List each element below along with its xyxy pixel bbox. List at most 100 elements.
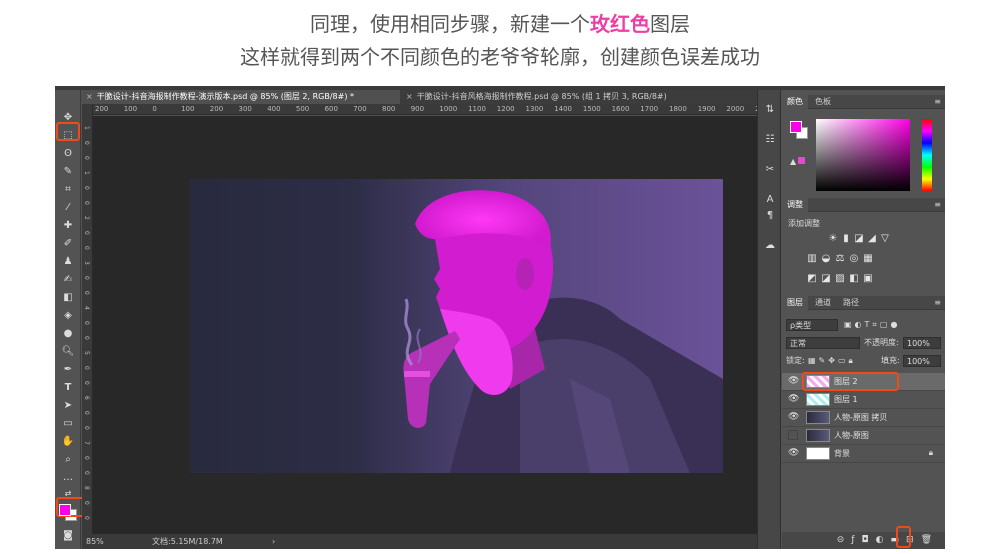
layer-row[interactable]: 👁︎ 背景 🔒︎ — [782, 445, 945, 463]
eyedropper-tool-icon[interactable]: ⁄ — [58, 200, 78, 216]
blur-tool-icon[interactable]: ● — [58, 326, 78, 342]
ruler-tick-label: 0 — [83, 471, 90, 475]
layer-kind-filter[interactable]: ρ类型 — [786, 319, 838, 331]
tab-adjustments[interactable]: 调整 — [782, 198, 808, 212]
color-field[interactable] — [816, 119, 910, 191]
rectangle-tool-icon[interactable]: ▭ — [58, 416, 78, 432]
visibility-eye-icon[interactable]: 👁︎ — [788, 394, 799, 404]
adjustment-icon[interactable]: ◪ — [853, 233, 865, 245]
ruler-tick-label: 0 — [83, 291, 90, 295]
adjustment-icon[interactable]: ◢ — [866, 233, 878, 245]
crop-tool-icon[interactable]: ⌗ — [58, 182, 78, 198]
panel-fg-swatch[interactable] — [790, 121, 802, 133]
highlight-selected-layer — [802, 372, 899, 391]
tab-color[interactable]: 颜色 — [782, 95, 808, 109]
ruler-tick-label: 1 — [83, 171, 90, 175]
brush-settings-icon[interactable]: ✂ — [762, 162, 778, 178]
status-menu-arrow[interactable]: › — [272, 534, 275, 549]
ruler-tick-label: 100 — [181, 105, 195, 113]
adjustment-icon[interactable]: ◧ — [848, 273, 860, 285]
blend-mode-select[interactable]: 正常 — [786, 337, 860, 349]
adjustment-icon[interactable]: ◎ — [848, 253, 860, 265]
more-tools-icon[interactable]: … — [58, 470, 78, 486]
photoshop-window: ✥ ⬚ ʘ ✎ ⌗ ⁄ ✚ ✐ ♟ ✍ ◧ ◈ ● 🔍︎ ✒ T ➤ ▭ ✋ ⌕… — [55, 86, 945, 549]
foreground-color-swatch[interactable] — [59, 504, 71, 516]
adjustment-icon[interactable]: ▦ — [862, 253, 874, 265]
delete-layer-icon[interactable]: 🗑︎ — [921, 535, 939, 545]
paragraph-icon[interactable]: ¶ — [762, 208, 778, 224]
pen-tool-icon[interactable]: ✒ — [58, 362, 78, 378]
dodge-tool-icon[interactable]: 🔍︎ — [58, 344, 78, 360]
adjustment-icon[interactable]: ◪ — [820, 273, 832, 285]
hue-slider[interactable] — [922, 119, 932, 191]
tab-document-1[interactable]: × 干脆设计-抖音海报制作教程-演示版本.psd @ 85% (图层 2, RGB… — [82, 90, 400, 104]
layer-row[interactable]: 人物-原图 — [782, 427, 945, 445]
visibility-eye-icon[interactable] — [788, 430, 798, 440]
panel-menu-icon[interactable]: ≡ — [934, 298, 941, 307]
adjustment-icon[interactable]: ◒ — [820, 253, 832, 265]
caption-text-b: 图层 — [650, 12, 690, 36]
type-tool-icon[interactable]: T — [58, 380, 78, 396]
tab-close-icon[interactable]: × — [406, 92, 413, 101]
zoom-tool-icon[interactable]: ⌕ — [58, 452, 78, 468]
opacity-label: 不透明度: — [864, 338, 899, 347]
hand-tool-icon[interactable]: ✋ — [58, 434, 78, 450]
visibility-eye-icon[interactable]: 👁︎ — [788, 448, 799, 458]
adjustment-layer-icon[interactable]: ◐ — [876, 535, 891, 545]
character-icon[interactable]: A — [762, 192, 778, 208]
lock-icons[interactable]: ▦✎✥▭🔒︎ — [808, 355, 856, 367]
layer-row[interactable]: 👁︎ 人物-原图 拷贝 — [782, 409, 945, 427]
paint-bucket-tool-icon[interactable]: ◈ — [58, 308, 78, 324]
panel-menu-icon[interactable]: ≡ — [934, 97, 941, 106]
path-select-tool-icon[interactable]: ➤ — [58, 398, 78, 414]
ruler-tick-label: 7 — [83, 441, 90, 445]
adjustment-icon[interactable]: ◩ — [806, 273, 818, 285]
ruler-tick-label: 0 — [152, 105, 157, 113]
old-man-photo — [403, 190, 723, 473]
tab-layers[interactable]: 图层 — [782, 296, 808, 310]
panel-menu-icon[interactable]: ≡ — [934, 200, 941, 209]
ruler-tick-label: 300 — [238, 105, 252, 113]
history-icon[interactable]: ⇅ — [762, 102, 778, 118]
canvas-area[interactable] — [93, 116, 775, 534]
document-image[interactable] — [190, 179, 723, 473]
tools-panel: ✥ ⬚ ʘ ✎ ⌗ ⁄ ✚ ✐ ♟ ✍ ◧ ◈ ● 🔍︎ ✒ T ➤ ▭ ✋ ⌕… — [55, 90, 81, 549]
history-brush-tool-icon[interactable]: ✍ — [58, 272, 78, 288]
highlight-marquee — [56, 122, 80, 141]
visibility-eye-icon[interactable]: 👁︎ — [788, 412, 799, 422]
stamp-tool-icon[interactable]: ♟ — [58, 254, 78, 270]
link-layers-icon[interactable]: ⊝ — [837, 535, 852, 545]
adjustment-icon[interactable]: ▮ — [840, 233, 852, 245]
fill-field[interactable]: 100% — [903, 355, 941, 367]
tab-paths[interactable]: 路径 — [838, 296, 864, 310]
brush-tool-icon[interactable]: ✐ — [58, 236, 78, 252]
tab-channels[interactable]: 通道 — [810, 296, 836, 310]
adjustment-icon[interactable]: ▽ — [879, 233, 891, 245]
visibility-eye-icon[interactable]: 👁︎ — [788, 376, 799, 386]
tab-close-icon[interactable]: × — [86, 92, 93, 101]
adjustment-icon[interactable]: ▨ — [834, 273, 846, 285]
eraser-tool-icon[interactable]: ◧ — [58, 290, 78, 306]
zoom-level[interactable]: 85% — [86, 534, 104, 549]
quick-select-tool-icon[interactable]: ✎ — [58, 164, 78, 180]
tab-swatches[interactable]: 色板 — [810, 95, 836, 109]
layer-row[interactable]: 👁︎ 图层 1 — [782, 391, 945, 409]
adjustment-icon[interactable]: ☀ — [827, 233, 839, 245]
adjustment-icon[interactable]: ▣ — [862, 273, 874, 285]
layer-filter-icons[interactable]: ▣◐T⌗▢● — [844, 319, 940, 331]
libraries-icon[interactable]: ☁ — [762, 238, 778, 254]
adjustment-icon[interactable]: ⚖ — [834, 253, 846, 265]
adjustment-icon[interactable]: ▥ — [806, 253, 818, 265]
fx-icon[interactable]: ƒ — [851, 535, 861, 545]
healing-tool-icon[interactable]: ✚ — [58, 218, 78, 234]
add-mask-icon[interactable]: ◘ — [862, 535, 876, 545]
opacity-field[interactable]: 100% — [903, 337, 941, 349]
quick-mask-icon[interactable]: ◙ — [58, 528, 78, 544]
highlight-new-layer — [896, 526, 911, 548]
properties-icon[interactable]: ☷ — [762, 132, 778, 148]
layer-row[interactable]: 👁︎ 图层 2 — [782, 372, 945, 391]
ruler-tick-label: 8 — [83, 486, 90, 490]
tab-document-2[interactable]: × 干脆设计-抖音风格海报制作教程.psd @ 85% (组 1 拷贝 3, RG… — [402, 90, 702, 104]
lasso-tool-icon[interactable]: ʘ — [58, 146, 78, 162]
ruler-tick-label: 3 — [83, 261, 90, 265]
